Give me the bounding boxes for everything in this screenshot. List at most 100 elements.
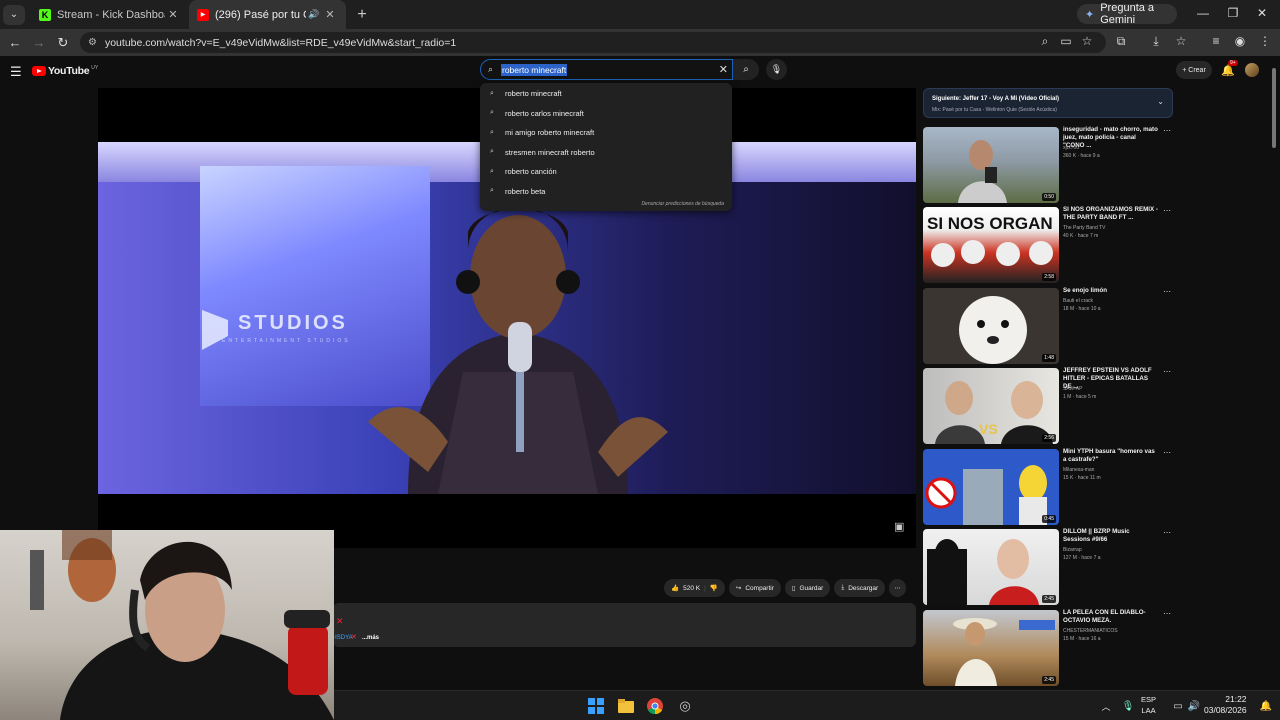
channel-name[interactable]: xpx700 <box>1063 145 1079 151</box>
search-button[interactable]: ⌕ <box>733 59 759 80</box>
microphone-icon[interactable]: 🎙 <box>1118 696 1138 716</box>
scrollbar-thumb[interactable] <box>1272 68 1276 148</box>
tab-kick-dashboard[interactable]: K Stream - Kick Dashboard ✕ <box>31 0 189 29</box>
channel-name[interactable]: Milanesa-man <box>1063 467 1094 473</box>
like-button[interactable]: 👍 520 K | 👎 <box>664 579 725 597</box>
download-icon[interactable]: ⤓ <box>1147 34 1165 49</box>
audio-playing-icon[interactable]: 🔊 <box>306 9 322 20</box>
video-thumbnail[interactable]: 2:45 <box>923 529 1059 605</box>
channel-name[interactable]: Bizarrap <box>1063 547 1082 553</box>
description-box[interactable] <box>333 603 916 647</box>
recommendation-item[interactable]: 2:45 LA PELEA CON EL DIABLO-OCTAVIO MEZA… <box>923 609 1173 686</box>
more-icon[interactable]: ⋯ <box>1163 528 1171 537</box>
more-icon[interactable]: ⋯ <box>1163 367 1171 376</box>
cast-icon[interactable]: ▭ <box>1057 34 1075 48</box>
download-button[interactable]: ⤓ Descargar <box>834 579 886 597</box>
chevron-down-icon[interactable]: ⌄ <box>1157 97 1164 106</box>
address-bar[interactable]: ⚙ youtube.com/watch?v=E_v49eVidMw&list=R… <box>80 32 1106 53</box>
video-thumbnail[interactable]: VS 2:56 <box>923 368 1059 444</box>
volume-icon[interactable]: 🔊 <box>1184 696 1204 716</box>
suggestion-item[interactable]: ⌕ mi amigo roberto minecraft <box>480 123 732 143</box>
video-title[interactable]: SI NOS ORGANIZAMOS REMIX - THE PARTY BAN… <box>1063 206 1158 222</box>
avatar[interactable] <box>1245 63 1259 77</box>
file-explorer-icon[interactable] <box>616 696 636 716</box>
zoom-icon[interactable]: ⌕ <box>1036 34 1054 49</box>
channel-name[interactable]: Bauti el crack <box>1063 298 1093 304</box>
recommendation-item[interactable]: 0:50 inseguridad - mato chorro, mato jue… <box>923 126 1173 203</box>
recommendation-item[interactable]: VS 2:56 JEFFREY EPSTEIN VS ADOLF HITLER … <box>923 367 1173 444</box>
channel-name[interactable]: SAW-AP <box>1063 386 1082 392</box>
channel-name[interactable]: The Party Band TV <box>1063 225 1105 231</box>
suggestion-item[interactable]: ⌕ roberto minecraft <box>480 84 732 104</box>
more-icon[interactable]: ⋯ <box>1163 287 1171 296</box>
voice-search-button[interactable]: 🎙 <box>766 59 787 80</box>
close-tab-icon[interactable]: ✕ <box>165 8 181 21</box>
obs-icon[interactable]: ◎ <box>675 696 695 716</box>
close-icon[interactable]: ✕ <box>336 616 344 627</box>
restore-icon[interactable]: ❐ <box>1224 6 1242 20</box>
up-next-panel[interactable]: Siguiente: Jeffer 17 - Voy A Mi (Video O… <box>923 88 1173 118</box>
more-icon[interactable]: ⋯ <box>1163 609 1171 618</box>
reload-icon[interactable]: ↻ <box>51 35 75 51</box>
more-menu-icon[interactable]: ⋮ <box>1256 34 1274 48</box>
media-control-icon[interactable]: ≡ <box>1207 34 1225 48</box>
youtube-logo[interactable]: YouTube UY <box>32 65 98 77</box>
back-icon[interactable]: ← <box>3 35 27 50</box>
input-language[interactable]: ESP LAA <box>1141 694 1156 716</box>
notification-center-icon[interactable]: 🔔 <box>1256 696 1276 716</box>
profile-icon[interactable]: ◉ <box>1231 34 1249 48</box>
suggestion-item[interactable]: ⌕ stresmen minecraft roberto <box>480 143 732 163</box>
bookmark-star-icon[interactable]: ☆ <box>1078 34 1096 48</box>
channel-watermark-icon[interactable]: ▣ <box>894 520 904 533</box>
more-icon[interactable]: ⋯ <box>1163 206 1171 215</box>
minimize-icon[interactable]: — <box>1194 6 1212 20</box>
recommendation-item[interactable]: 0:45 Mini YTPH basura "homero vas a cast… <box>923 448 1173 525</box>
more-actions-button[interactable]: ⋯ <box>889 579 906 597</box>
system-clock[interactable]: 21:22 03/08/2026 <box>1204 694 1247 716</box>
new-tab-button[interactable]: + <box>352 6 372 24</box>
notifications-badge: 9+ <box>1228 60 1238 66</box>
tab-youtube[interactable]: ▶ (296) Pasé por tu Casa - We 🔊 ✕ <box>189 0 346 29</box>
video-title[interactable]: Mini YTPH basura "homero vas a castrafe?… <box>1063 448 1158 464</box>
tab-search-button[interactable]: ⌄ <box>3 4 25 25</box>
video-meta: 40 K · hace 7 m <box>1063 233 1099 239</box>
close-tab-icon[interactable]: ✕ <box>322 8 338 21</box>
more-icon[interactable]: ⋯ <box>1163 448 1171 457</box>
save-button[interactable]: ▯ Guardar <box>784 579 831 597</box>
extensions-icon[interactable]: ⧉ <box>1112 34 1130 49</box>
description-more-link[interactable]: ...más <box>362 635 379 641</box>
windows-start-icon[interactable] <box>586 696 606 716</box>
page-scrollbar[interactable] <box>1270 60 1278 686</box>
video-title[interactable]: DILLOM || BZRP Music Sessions #9/66 <box>1063 528 1158 544</box>
thumbs-down-icon[interactable]: 👎 <box>710 584 718 592</box>
favorites-icon[interactable]: ☆ <box>1172 34 1190 48</box>
share-button[interactable]: ↪ Compartir <box>728 579 781 597</box>
description-hashtag[interactable]: ◦ISDYA <box>333 635 353 641</box>
forward-icon[interactable]: → <box>27 35 51 50</box>
recommendation-item[interactable]: SI NOS ORGAN 2:58 SI NOS ORGANIZAMOS REM… <box>923 206 1173 283</box>
video-thumbnail[interactable]: SI NOS ORGAN 2:58 <box>923 207 1059 283</box>
gemini-button[interactable]: ✦ Pregunta a Gemini <box>1077 2 1177 26</box>
video-thumbnail[interactable]: 0:45 <box>923 449 1059 525</box>
suggestion-item[interactable]: ⌕ roberto canción <box>480 162 732 182</box>
video-title[interactable]: LA PELEA CON EL DIABLO-OCTAVIO MEZA. <box>1063 609 1158 625</box>
video-title[interactable]: Se enojo limón <box>1063 287 1158 295</box>
hamburger-menu-icon[interactable]: ☰ <box>10 64 22 80</box>
show-hidden-icons[interactable]: ︿ <box>1096 696 1116 716</box>
suggestion-item[interactable]: ⌕ roberto beta <box>480 182 732 202</box>
close-window-icon[interactable]: ✕ <box>1253 6 1271 20</box>
channel-name[interactable]: CHESTERMANIATICOS <box>1063 628 1118 634</box>
more-icon[interactable]: ⋯ <box>1163 126 1171 135</box>
recommendation-item[interactable]: 2:45 DILLOM || BZRP Music Sessions #9/66… <box>923 528 1173 605</box>
chrome-icon[interactable] <box>645 696 665 716</box>
report-predictions-link[interactable]: Denunciar predicciones de búsqueda <box>641 201 724 207</box>
suggestion-item[interactable]: ⌕ roberto carlos minecraft <box>480 104 732 124</box>
video-thumbnail[interactable]: 0:50 <box>923 127 1059 203</box>
create-button[interactable]: + Crear <box>1176 61 1212 79</box>
video-thumbnail[interactable]: 2:45 <box>923 610 1059 686</box>
recommendation-item[interactable]: 1:48 Se enojo limón Bauti el crack 18 M … <box>923 287 1173 364</box>
video-thumbnail[interactable]: 1:48 <box>923 288 1059 364</box>
clear-search-icon[interactable]: ✕ <box>719 63 728 76</box>
site-info-icon[interactable]: ⚙ <box>88 37 97 48</box>
search-box[interactable]: ⌕ roberto minecraft ✕ <box>480 59 733 80</box>
